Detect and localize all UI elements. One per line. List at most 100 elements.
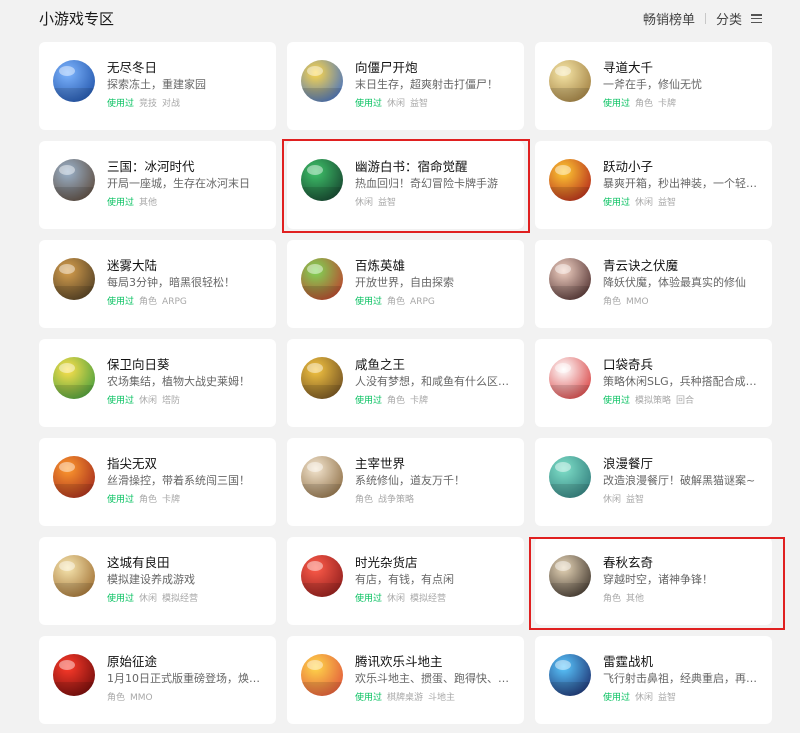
game-tags: 使用过 角色 卡牌 bbox=[107, 494, 266, 506]
warrior-icon bbox=[53, 258, 95, 300]
game-tag: 角色 bbox=[603, 297, 622, 307]
game-card[interactable]: 无尽冬日 探索冻土，重建家园 使用过 竞技 对战 bbox=[39, 42, 276, 130]
game-name: 跃动小子 bbox=[603, 159, 654, 174]
game-tag: 角色 bbox=[107, 693, 126, 703]
game-tag: 回合 bbox=[676, 396, 695, 406]
game-card[interactable]: 咸鱼之王 人没有梦想，和咸鱼有什么区… 使用过 角色 卡牌 bbox=[287, 339, 524, 427]
game-card[interactable]: 百炼英雄 开放世界，自由探索 使用过 角色 ARPG bbox=[287, 240, 524, 328]
game-card[interactable]: 三国：冰河时代 开局一座城，生存在冰河末日 使用过 其他 bbox=[39, 141, 276, 229]
game-tag: 角色 bbox=[355, 495, 374, 505]
game-tag: 益智 bbox=[410, 99, 429, 109]
game-info: 跃动小子 暴爽开箱，秒出神装，一个轻… 使用过 休闲 益智 bbox=[603, 158, 762, 209]
game-card[interactable]: 春秋玄奇穿越时空，诸神争锋！ 角色 其他 bbox=[535, 537, 772, 625]
game-tag: 休闲 bbox=[603, 495, 622, 505]
zombie-cannon-icon bbox=[301, 60, 343, 102]
game-tag: 其他 bbox=[626, 594, 645, 604]
game-name: 保卫向日葵 bbox=[107, 357, 170, 372]
game-tag: ARPG bbox=[162, 297, 187, 307]
game-card[interactable]: 跃动小子 暴爽开箱，秒出神装，一个轻… 使用过 休闲 益智 bbox=[535, 141, 772, 229]
game-card[interactable]: 幽游白书：宿命觉醒 热血回归！奇幻冒险卡牌手游 休闲 益智 bbox=[287, 141, 524, 229]
game-description: 模拟建设养成游戏 bbox=[107, 573, 195, 586]
used-badge: 使用过 bbox=[603, 396, 631, 406]
game-card[interactable]: 指尖无双 丝滑操控，带着系统闯三国！ 使用过 角色 卡牌 bbox=[39, 438, 276, 526]
game-info: 雷霆战机 飞行射击鼻祖，经典重启，再… 使用过 休闲 益智 bbox=[603, 653, 762, 704]
game-name: 指尖无双 bbox=[107, 456, 158, 471]
game-tag: 休闲 bbox=[387, 594, 406, 604]
game-tags: 使用过 竞技 对战 bbox=[107, 98, 266, 110]
game-tags: 角色 MMO bbox=[107, 692, 266, 704]
game-info: 时光杂货店 有店，有钱，有点闲 使用过 休闲 模拟经营 bbox=[355, 554, 514, 605]
game-card[interactable]: 腾讯欢乐斗地主 欢乐斗地主、掼蛋、跑得快、… 使用过 棋牌桌游 斗地主 bbox=[287, 636, 524, 724]
farmland-icon bbox=[53, 555, 95, 597]
used-badge: 使用过 bbox=[107, 198, 135, 208]
knight-helmet-icon bbox=[549, 159, 591, 201]
game-tag: 休闲 bbox=[139, 396, 158, 406]
game-info: 指尖无双 丝滑操控，带着系统闯三国！ 使用过 角色 卡牌 bbox=[107, 455, 266, 506]
game-info: 青云诀之伏魔 降妖伏魔，体验最真实的修仙 角色 MMO bbox=[603, 257, 762, 308]
game-info: 原始征途 1月10日正式版重磅登场，焕新… 角色 MMO bbox=[107, 653, 266, 704]
game-card[interactable]: 青云诀之伏魔 降妖伏魔，体验最真实的修仙 角色 MMO bbox=[535, 240, 772, 328]
game-description: 穿越时空，诸神争锋！ bbox=[603, 573, 713, 586]
game-name: 咸鱼之王 bbox=[355, 357, 406, 372]
bestseller-link[interactable]: 畅销榜单 bbox=[643, 9, 695, 28]
game-description: 暴爽开箱，秒出神装，一个轻… bbox=[603, 177, 757, 190]
game-card[interactable]: 雷霆战机 飞行射击鼻祖，经典重启，再… 使用过 休闲 益智 bbox=[535, 636, 772, 724]
used-badge: 使用过 bbox=[107, 495, 135, 505]
game-info: 春秋玄奇穿越时空，诸神争锋！ 角色 其他 bbox=[603, 554, 762, 605]
game-tags: 使用过 棋牌桌游 斗地主 bbox=[355, 692, 514, 704]
game-card[interactable]: 向僵尸开炮 末日生存，超爽射击打僵尸！ 使用过 休闲 益智 bbox=[287, 42, 524, 130]
game-info: 向僵尸开炮 末日生存，超爽射击打僵尸！ 使用过 休闲 益智 bbox=[355, 59, 514, 110]
used-badge: 使用过 bbox=[107, 297, 135, 307]
game-tag: 休闲 bbox=[387, 99, 406, 109]
game-card[interactable]: 寻道大千 一斧在手，修仙无忧 使用过 角色 卡牌 bbox=[535, 42, 772, 130]
grocery-store-icon bbox=[301, 555, 343, 597]
game-info: 幽游白书：宿命觉醒 热血回归！奇幻冒险卡牌手游 休闲 益智 bbox=[355, 158, 514, 209]
axe-cultivator-icon bbox=[549, 60, 591, 102]
game-tag: 益智 bbox=[658, 693, 677, 703]
game-description: 飞行射击鼻祖，经典重启，再… bbox=[603, 672, 757, 685]
hero-character-icon bbox=[301, 258, 343, 300]
game-tags: 休闲 益智 bbox=[355, 197, 514, 209]
game-tags: 使用过 角色 卡牌 bbox=[355, 395, 514, 407]
game-name: 迷雾大陆 bbox=[107, 258, 158, 273]
game-info: 保卫向日葵 农场集结，植物大战史莱姆！ 使用过 休闲 塔防 bbox=[107, 356, 266, 407]
game-tag: 对战 bbox=[162, 99, 181, 109]
fighter-jet-icon bbox=[549, 654, 591, 696]
game-info: 腾讯欢乐斗地主 欢乐斗地主、掼蛋、跑得快、… 使用过 棋牌桌游 斗地主 bbox=[355, 653, 514, 704]
game-tag: 棋牌桌游 bbox=[387, 693, 424, 703]
game-description: 探索冻土，重建家园 bbox=[107, 78, 206, 91]
game-card[interactable]: 主宰世界 系统修仙，道友万千！ 角色 战争策略 bbox=[287, 438, 524, 526]
game-info: 迷雾大陆 每局3分钟，暗黑很轻松！ 使用过 角色 ARPG bbox=[107, 257, 266, 308]
game-tags: 休闲 益智 bbox=[603, 494, 762, 506]
used-badge: 使用过 bbox=[355, 99, 383, 109]
game-card[interactable]: 保卫向日葵 农场集结，植物大战史莱姆！ 使用过 休闲 塔防 bbox=[39, 339, 276, 427]
game-card[interactable]: 原始征途 1月10日正式版重磅登场，焕新… 角色 MMO bbox=[39, 636, 276, 724]
game-name: 雷霆战机 bbox=[603, 654, 654, 669]
game-tag: 模拟经营 bbox=[162, 594, 199, 604]
menu-icon[interactable] bbox=[751, 14, 762, 23]
restaurant-girl-icon bbox=[549, 456, 591, 498]
game-name: 主宰世界 bbox=[355, 456, 406, 471]
game-card[interactable]: 浪漫餐厅 改造浪漫餐厅！破解黑猫谜案~ 休闲 益智 bbox=[535, 438, 772, 526]
game-tag: 休闲 bbox=[635, 198, 654, 208]
globe-icon bbox=[53, 60, 95, 102]
game-tag: 益智 bbox=[378, 198, 397, 208]
game-tag: 竞技 bbox=[139, 99, 158, 109]
game-card[interactable]: 这城有良田 模拟建设养成游戏 使用过 休闲 模拟经营 bbox=[39, 537, 276, 625]
category-link[interactable]: 分类 bbox=[716, 9, 742, 28]
game-tag: 角色 bbox=[603, 594, 622, 604]
game-tags: 使用过 休闲 塔防 bbox=[107, 395, 266, 407]
game-card[interactable]: 时光杂货店 有店，有钱，有点闲 使用过 休闲 模拟经营 bbox=[287, 537, 524, 625]
game-name: 春秋玄奇 bbox=[603, 555, 654, 570]
game-tag: 角色 bbox=[635, 99, 654, 109]
game-card[interactable]: 口袋奇兵 策略休闲SLG，兵种搭配合成… 使用过 模拟策略 回合 bbox=[535, 339, 772, 427]
game-description: 改造浪漫餐厅！破解黑猫谜案~ bbox=[603, 474, 756, 487]
game-tag: 角色 bbox=[139, 495, 158, 505]
game-tag: 角色 bbox=[387, 396, 406, 406]
warrior-portrait-icon bbox=[53, 159, 95, 201]
game-tag: 益智 bbox=[658, 198, 677, 208]
game-card[interactable]: 迷雾大陆 每局3分钟，暗黑很轻松！ 使用过 角色 ARPG bbox=[39, 240, 276, 328]
game-info: 口袋奇兵 策略休闲SLG，兵种搭配合成… 使用过 模拟策略 回合 bbox=[603, 356, 762, 407]
pocket-troops-icon bbox=[549, 357, 591, 399]
game-info: 百炼英雄 开放世界，自由探索 使用过 角色 ARPG bbox=[355, 257, 514, 308]
